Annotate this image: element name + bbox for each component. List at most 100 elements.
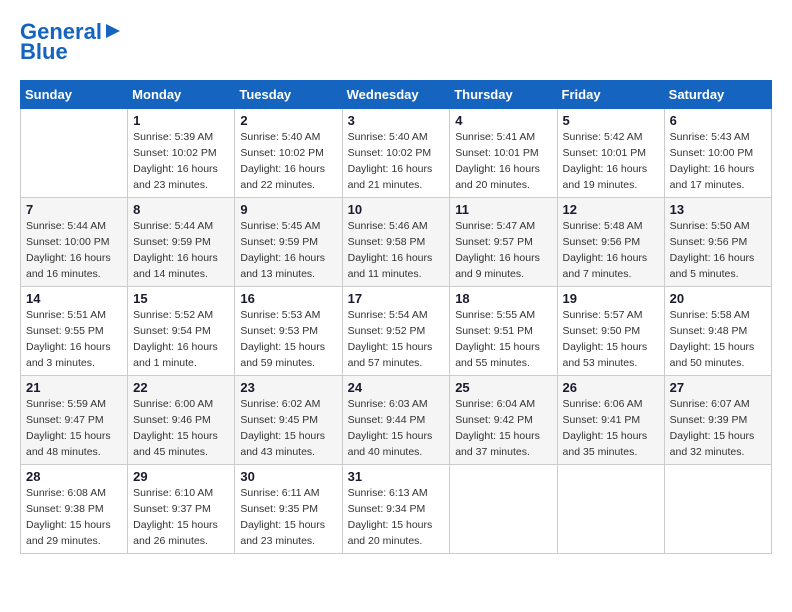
calendar-body: 1 Sunrise: 5:39 AMSunset: 10:02 PMDaylig… bbox=[21, 109, 772, 554]
day-number: 10 bbox=[348, 202, 445, 217]
calendar-cell: 19 Sunrise: 5:57 AMSunset: 9:50 PMDaylig… bbox=[557, 287, 664, 376]
calendar-cell bbox=[557, 465, 664, 554]
calendar-table: SundayMondayTuesdayWednesdayThursdayFrid… bbox=[20, 80, 772, 554]
weekday-saturday: Saturday bbox=[664, 81, 771, 109]
day-detail: Sunrise: 5:47 AMSunset: 9:57 PMDaylight:… bbox=[455, 220, 540, 279]
day-detail: Sunrise: 5:45 AMSunset: 9:59 PMDaylight:… bbox=[240, 220, 325, 279]
calendar-cell: 12 Sunrise: 5:48 AMSunset: 9:56 PMDaylig… bbox=[557, 198, 664, 287]
calendar-week-2: 7 Sunrise: 5:44 AMSunset: 10:00 PMDaylig… bbox=[21, 198, 772, 287]
day-number: 5 bbox=[563, 113, 659, 128]
calendar-cell: 20 Sunrise: 5:58 AMSunset: 9:48 PMDaylig… bbox=[664, 287, 771, 376]
calendar-cell: 28 Sunrise: 6:08 AMSunset: 9:38 PMDaylig… bbox=[21, 465, 128, 554]
day-number: 3 bbox=[348, 113, 445, 128]
day-detail: Sunrise: 5:44 AMSunset: 9:59 PMDaylight:… bbox=[133, 220, 218, 279]
weekday-monday: Monday bbox=[128, 81, 235, 109]
day-number: 24 bbox=[348, 380, 445, 395]
day-detail: Sunrise: 5:44 AMSunset: 10:00 PMDaylight… bbox=[26, 220, 111, 279]
day-number: 1 bbox=[133, 113, 229, 128]
day-number: 23 bbox=[240, 380, 336, 395]
day-number: 9 bbox=[240, 202, 336, 217]
day-detail: Sunrise: 6:04 AMSunset: 9:42 PMDaylight:… bbox=[455, 398, 540, 457]
calendar-cell: 2 Sunrise: 5:40 AMSunset: 10:02 PMDaylig… bbox=[235, 109, 342, 198]
calendar-cell: 29 Sunrise: 6:10 AMSunset: 9:37 PMDaylig… bbox=[128, 465, 235, 554]
day-number: 4 bbox=[455, 113, 551, 128]
calendar-cell: 24 Sunrise: 6:03 AMSunset: 9:44 PMDaylig… bbox=[342, 376, 450, 465]
day-number: 2 bbox=[240, 113, 336, 128]
day-number: 18 bbox=[455, 291, 551, 306]
weekday-wednesday: Wednesday bbox=[342, 81, 450, 109]
weekday-header-row: SundayMondayTuesdayWednesdayThursdayFrid… bbox=[21, 81, 772, 109]
day-detail: Sunrise: 6:03 AMSunset: 9:44 PMDaylight:… bbox=[348, 398, 433, 457]
logo-arrow-icon bbox=[104, 22, 122, 40]
day-number: 8 bbox=[133, 202, 229, 217]
calendar-header: SundayMondayTuesdayWednesdayThursdayFrid… bbox=[21, 81, 772, 109]
calendar-cell: 18 Sunrise: 5:55 AMSunset: 9:51 PMDaylig… bbox=[450, 287, 557, 376]
calendar-cell: 14 Sunrise: 5:51 AMSunset: 9:55 PMDaylig… bbox=[21, 287, 128, 376]
calendar-week-4: 21 Sunrise: 5:59 AMSunset: 9:47 PMDaylig… bbox=[21, 376, 772, 465]
calendar-cell: 22 Sunrise: 6:00 AMSunset: 9:46 PMDaylig… bbox=[128, 376, 235, 465]
day-detail: Sunrise: 6:10 AMSunset: 9:37 PMDaylight:… bbox=[133, 487, 218, 546]
calendar-cell: 26 Sunrise: 6:06 AMSunset: 9:41 PMDaylig… bbox=[557, 376, 664, 465]
calendar-cell bbox=[664, 465, 771, 554]
day-detail: Sunrise: 5:57 AMSunset: 9:50 PMDaylight:… bbox=[563, 309, 648, 368]
calendar-week-3: 14 Sunrise: 5:51 AMSunset: 9:55 PMDaylig… bbox=[21, 287, 772, 376]
day-detail: Sunrise: 6:07 AMSunset: 9:39 PMDaylight:… bbox=[670, 398, 755, 457]
calendar-cell: 25 Sunrise: 6:04 AMSunset: 9:42 PMDaylig… bbox=[450, 376, 557, 465]
day-detail: Sunrise: 6:06 AMSunset: 9:41 PMDaylight:… bbox=[563, 398, 648, 457]
calendar-cell: 13 Sunrise: 5:50 AMSunset: 9:56 PMDaylig… bbox=[664, 198, 771, 287]
day-number: 19 bbox=[563, 291, 659, 306]
day-number: 6 bbox=[670, 113, 766, 128]
calendar-cell: 16 Sunrise: 5:53 AMSunset: 9:53 PMDaylig… bbox=[235, 287, 342, 376]
calendar-cell: 4 Sunrise: 5:41 AMSunset: 10:01 PMDaylig… bbox=[450, 109, 557, 198]
day-number: 17 bbox=[348, 291, 445, 306]
weekday-tuesday: Tuesday bbox=[235, 81, 342, 109]
day-detail: Sunrise: 5:39 AMSunset: 10:02 PMDaylight… bbox=[133, 131, 218, 190]
calendar-cell bbox=[21, 109, 128, 198]
weekday-thursday: Thursday bbox=[450, 81, 557, 109]
page-header: General Blue bbox=[20, 20, 772, 64]
weekday-friday: Friday bbox=[557, 81, 664, 109]
calendar-cell: 9 Sunrise: 5:45 AMSunset: 9:59 PMDayligh… bbox=[235, 198, 342, 287]
day-detail: Sunrise: 5:40 AMSunset: 10:02 PMDaylight… bbox=[348, 131, 433, 190]
day-number: 27 bbox=[670, 380, 766, 395]
calendar-cell: 6 Sunrise: 5:43 AMSunset: 10:00 PMDaylig… bbox=[664, 109, 771, 198]
calendar-cell: 31 Sunrise: 6:13 AMSunset: 9:34 PMDaylig… bbox=[342, 465, 450, 554]
day-detail: Sunrise: 5:58 AMSunset: 9:48 PMDaylight:… bbox=[670, 309, 755, 368]
calendar-cell: 10 Sunrise: 5:46 AMSunset: 9:58 PMDaylig… bbox=[342, 198, 450, 287]
day-number: 7 bbox=[26, 202, 122, 217]
day-number: 14 bbox=[26, 291, 122, 306]
day-number: 13 bbox=[670, 202, 766, 217]
day-number: 15 bbox=[133, 291, 229, 306]
day-number: 16 bbox=[240, 291, 336, 306]
day-detail: Sunrise: 5:53 AMSunset: 9:53 PMDaylight:… bbox=[240, 309, 325, 368]
day-detail: Sunrise: 5:43 AMSunset: 10:00 PMDaylight… bbox=[670, 131, 755, 190]
day-number: 28 bbox=[26, 469, 122, 484]
calendar-cell: 27 Sunrise: 6:07 AMSunset: 9:39 PMDaylig… bbox=[664, 376, 771, 465]
day-detail: Sunrise: 5:50 AMSunset: 9:56 PMDaylight:… bbox=[670, 220, 755, 279]
day-detail: Sunrise: 5:40 AMSunset: 10:02 PMDaylight… bbox=[240, 131, 325, 190]
day-detail: Sunrise: 6:00 AMSunset: 9:46 PMDaylight:… bbox=[133, 398, 218, 457]
day-number: 22 bbox=[133, 380, 229, 395]
day-detail: Sunrise: 5:52 AMSunset: 9:54 PMDaylight:… bbox=[133, 309, 218, 368]
calendar-cell: 11 Sunrise: 5:47 AMSunset: 9:57 PMDaylig… bbox=[450, 198, 557, 287]
calendar-cell: 17 Sunrise: 5:54 AMSunset: 9:52 PMDaylig… bbox=[342, 287, 450, 376]
day-number: 31 bbox=[348, 469, 445, 484]
calendar-cell: 23 Sunrise: 6:02 AMSunset: 9:45 PMDaylig… bbox=[235, 376, 342, 465]
day-detail: Sunrise: 5:59 AMSunset: 9:47 PMDaylight:… bbox=[26, 398, 111, 457]
day-number: 30 bbox=[240, 469, 336, 484]
day-detail: Sunrise: 5:54 AMSunset: 9:52 PMDaylight:… bbox=[348, 309, 433, 368]
calendar-week-5: 28 Sunrise: 6:08 AMSunset: 9:38 PMDaylig… bbox=[21, 465, 772, 554]
logo: General Blue bbox=[20, 20, 122, 64]
calendar-cell: 8 Sunrise: 5:44 AMSunset: 9:59 PMDayligh… bbox=[128, 198, 235, 287]
day-detail: Sunrise: 5:55 AMSunset: 9:51 PMDaylight:… bbox=[455, 309, 540, 368]
day-detail: Sunrise: 5:51 AMSunset: 9:55 PMDaylight:… bbox=[26, 309, 111, 368]
calendar-week-1: 1 Sunrise: 5:39 AMSunset: 10:02 PMDaylig… bbox=[21, 109, 772, 198]
day-detail: Sunrise: 5:41 AMSunset: 10:01 PMDaylight… bbox=[455, 131, 540, 190]
day-number: 29 bbox=[133, 469, 229, 484]
day-detail: Sunrise: 5:48 AMSunset: 9:56 PMDaylight:… bbox=[563, 220, 648, 279]
day-detail: Sunrise: 6:13 AMSunset: 9:34 PMDaylight:… bbox=[348, 487, 433, 546]
day-detail: Sunrise: 5:46 AMSunset: 9:58 PMDaylight:… bbox=[348, 220, 433, 279]
weekday-sunday: Sunday bbox=[21, 81, 128, 109]
day-number: 25 bbox=[455, 380, 551, 395]
logo-blue-text: Blue bbox=[20, 40, 68, 64]
